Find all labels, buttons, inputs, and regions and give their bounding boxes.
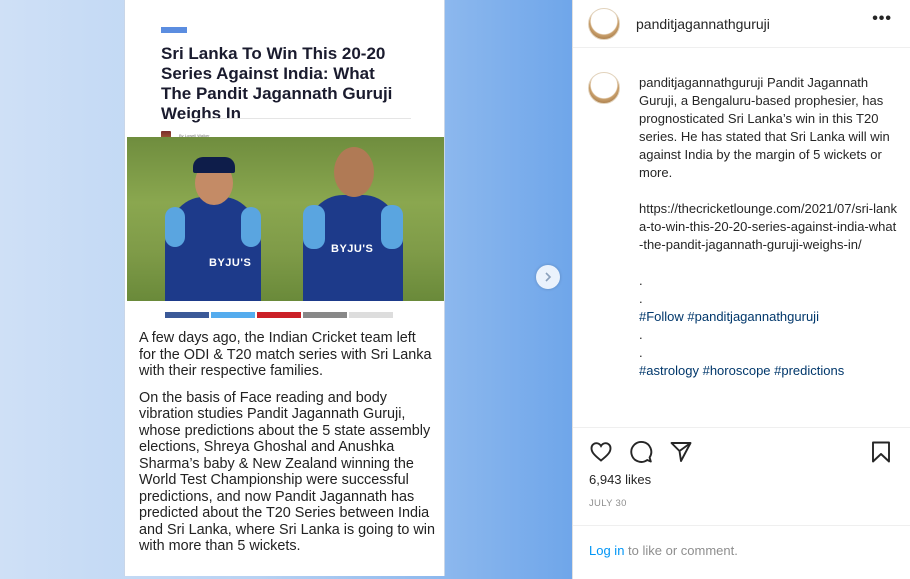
hashtag-line[interactable]: #astrology #horoscope #predictions — [639, 362, 897, 380]
post-date: JULY 30 — [589, 498, 627, 509]
sponsor-logo-left: BYJU'S — [209, 257, 252, 269]
player-figure-left: BYJU'S — [165, 197, 261, 301]
sponsor-logo-right: BYJU'S — [331, 243, 374, 255]
twitter-share-icon — [211, 312, 255, 318]
post-sidebar: panditjagannathguruji ••• panditjagannat… — [572, 0, 910, 579]
article-body: A few days ago, the Indian Cricket team … — [139, 330, 435, 565]
category-tag — [161, 27, 187, 33]
caption: panditjagannathguruji Pandit Jagannath G… — [639, 74, 897, 380]
article-title: Sri Lanka To Win This 20-20 Series Again… — [161, 44, 393, 123]
post-image: Sri Lanka To Win This 20-20 Series Again… — [124, 0, 445, 576]
caption-text: Pandit Jagannath Guruji, a Bengaluru-bas… — [639, 75, 890, 180]
next-image-button[interactable] — [536, 265, 560, 289]
caption-dot: . — [639, 327, 643, 342]
chevron-right-icon — [545, 272, 552, 282]
avatar[interactable] — [588, 7, 620, 40]
share-buttons — [165, 312, 393, 318]
heart-icon[interactable] — [589, 440, 613, 464]
caption-avatar[interactable] — [588, 72, 620, 104]
article-photo: BYJU'S BYJU'S — [127, 137, 444, 301]
caption-username[interactable]: panditjagannathguruji — [639, 75, 763, 90]
caption-scroll-area[interactable]: panditjagannathguruji Pandit Jagannath G… — [588, 64, 898, 424]
login-text: to like or comment. — [624, 543, 738, 558]
caption-dot: . — [639, 291, 643, 306]
login-link[interactable]: Log in — [589, 543, 624, 558]
facebook-share-icon — [165, 312, 209, 318]
article-paragraph: A few days ago, the Indian Cricket team … — [139, 330, 432, 379]
post-media-area: Sri Lanka To Win This 20-20 Series Again… — [0, 0, 572, 579]
header-username[interactable]: panditjagannathguruji — [636, 16, 770, 32]
article-header: Sri Lanka To Win This 20-20 Series Again… — [125, 0, 444, 148]
hashtag-line[interactable]: #Follow #panditjagannathguruji — [639, 308, 897, 326]
like-count[interactable]: 6,943 likes — [589, 472, 651, 487]
caption-dot: . — [639, 273, 643, 288]
article-paragraph: On the basis of Face reading and body vi… — [139, 389, 435, 555]
pinterest-share-icon — [257, 312, 301, 318]
login-prompt: Log in to like or comment. — [573, 525, 910, 579]
caption-link: https://thecricketlounge.com/2021/07/sri… — [639, 201, 897, 252]
divider — [187, 118, 411, 119]
more-share-icon — [349, 312, 393, 318]
bookmark-icon[interactable] — [869, 440, 893, 464]
action-bar — [573, 427, 910, 476]
more-options-icon[interactable]: ••• — [872, 10, 892, 28]
post-header: panditjagannathguruji ••• — [573, 0, 910, 48]
comment-icon[interactable] — [629, 440, 653, 464]
send-icon[interactable] — [669, 440, 693, 464]
player-figure-right: BYJU'S — [303, 195, 403, 301]
email-share-icon — [303, 312, 347, 318]
caption-dot: . — [639, 345, 643, 360]
